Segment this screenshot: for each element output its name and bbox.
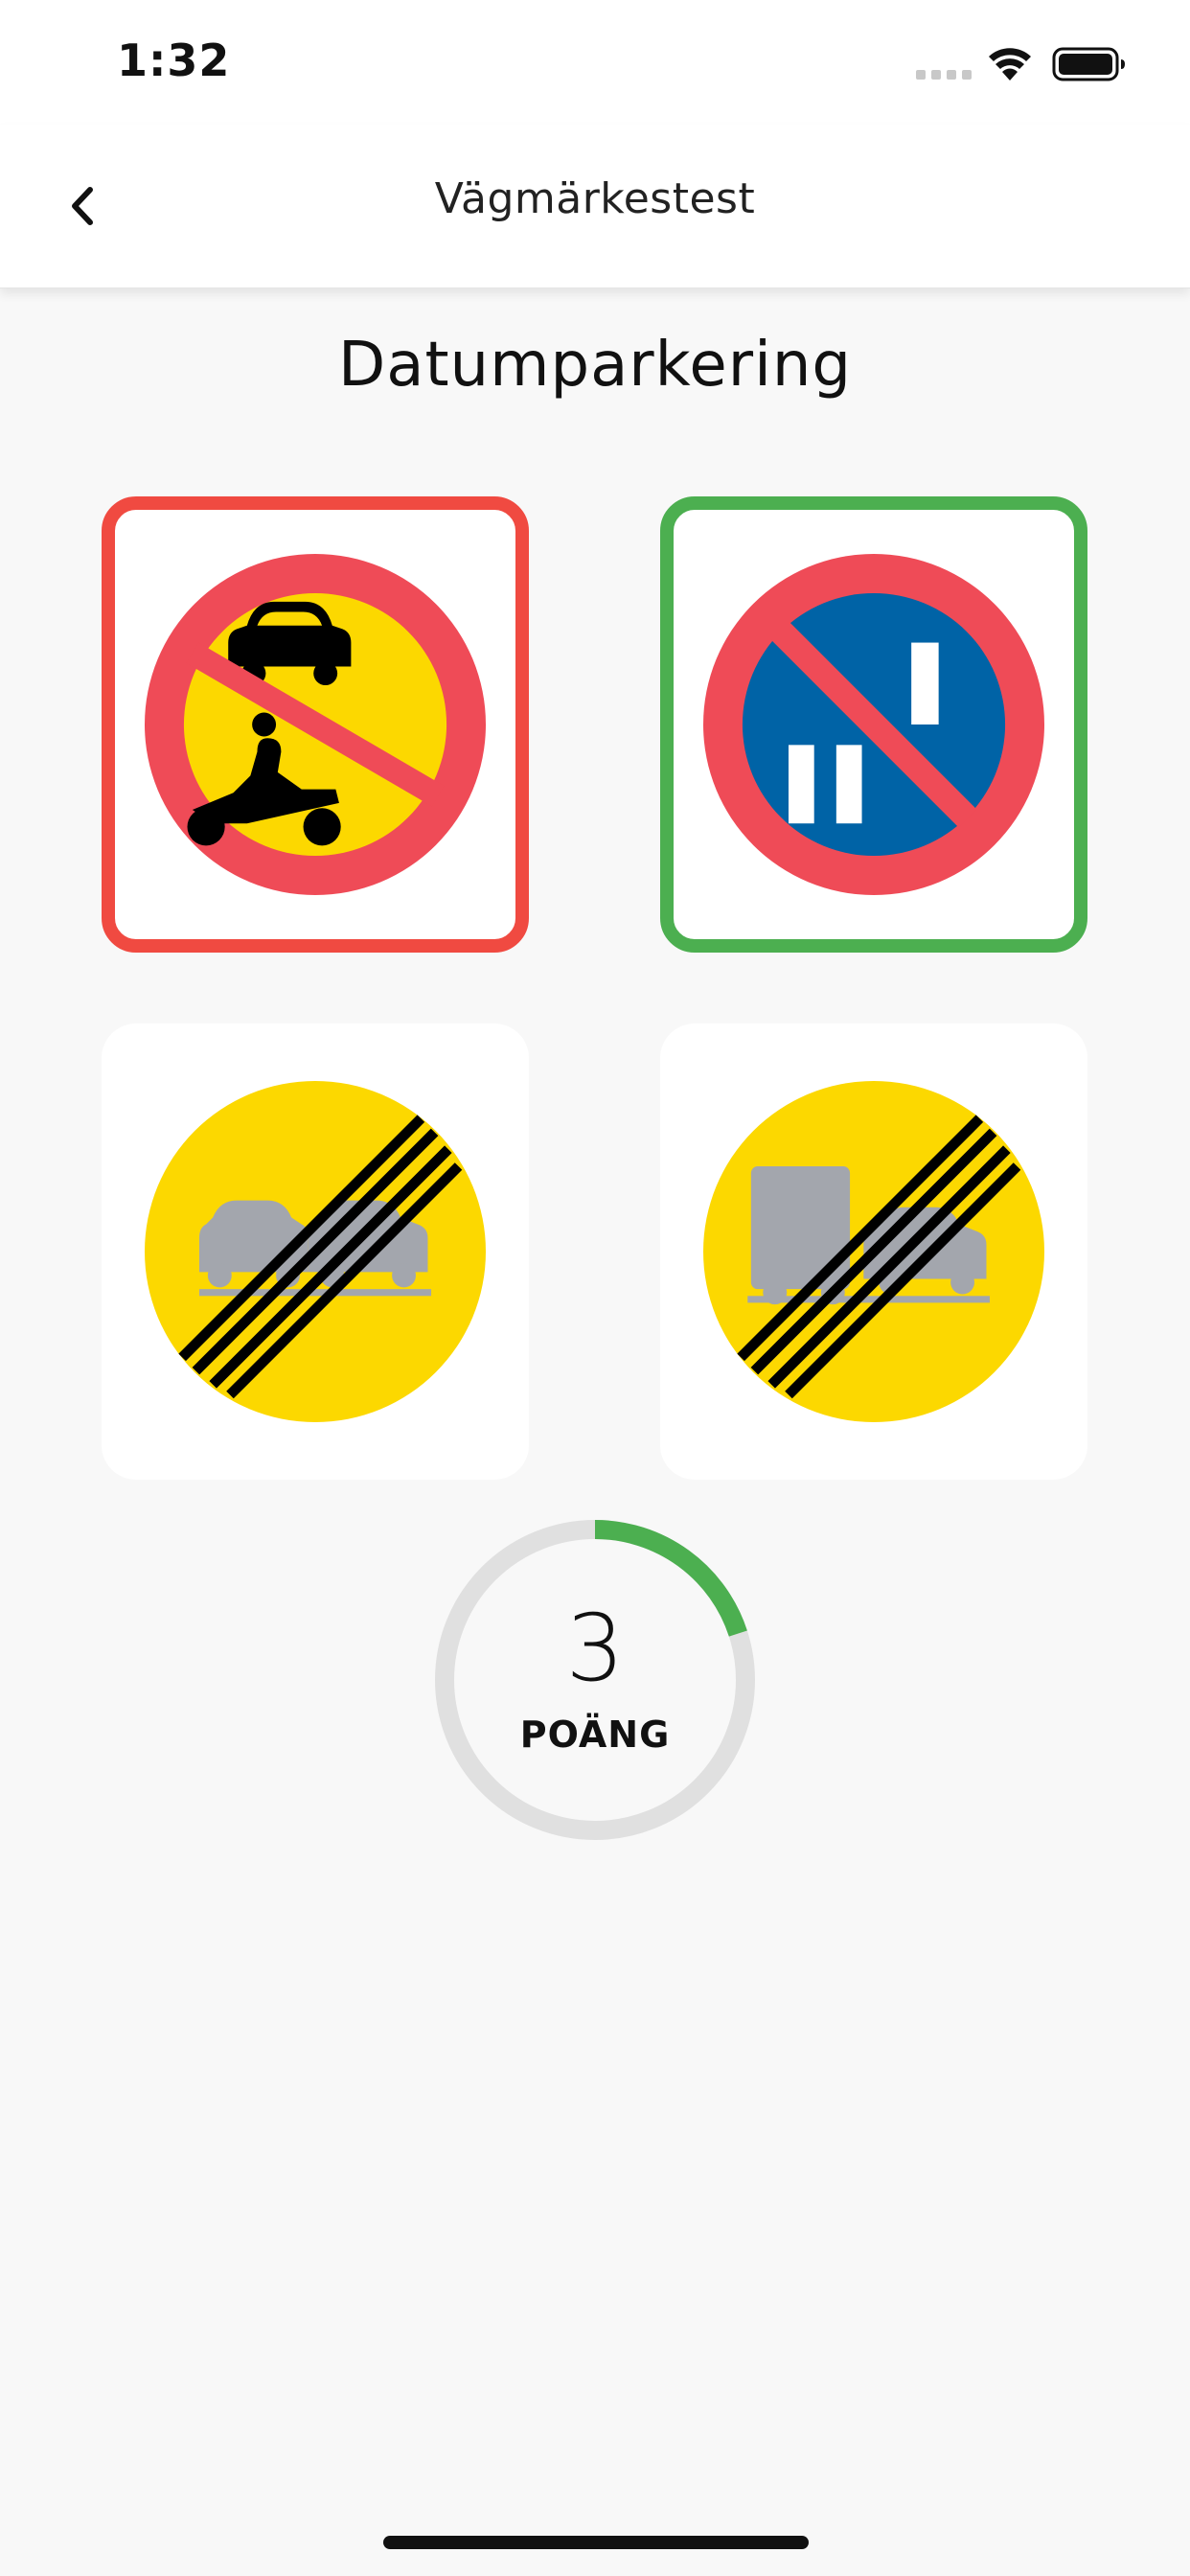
battery-icon [1052,47,1125,81]
no-motor-vehicles-except-moped-sign-icon [145,554,486,895]
question-title: Datumparkering [337,330,853,401]
answer-option-3[interactable] [102,1024,529,1480]
cellular-signal-icon [916,70,972,80]
answer-option-4[interactable] [660,1024,1087,1480]
wifi-icon [989,48,1031,80]
status-bar: 1:32 [0,0,1190,125]
home-indicator[interactable] [383,2536,809,2549]
status-time: 1:32 [117,34,231,86]
answer-option-2[interactable] [660,496,1087,953]
end-no-overtaking-heavy-vehicle-sign-icon [703,1081,1044,1422]
score-label: POÄNG [519,1714,671,1756]
end-no-overtaking-sign-icon [145,1081,486,1422]
nav-title: Vägmärkestest [434,174,756,223]
score-value: 3 [565,1595,625,1702]
date-parking-sign-icon [703,554,1044,895]
score-indicator: 3 POÄNG [433,1518,757,1842]
answer-option-1[interactable] [102,496,529,953]
navigation-bar: Vägmärkestest [0,125,1190,288]
